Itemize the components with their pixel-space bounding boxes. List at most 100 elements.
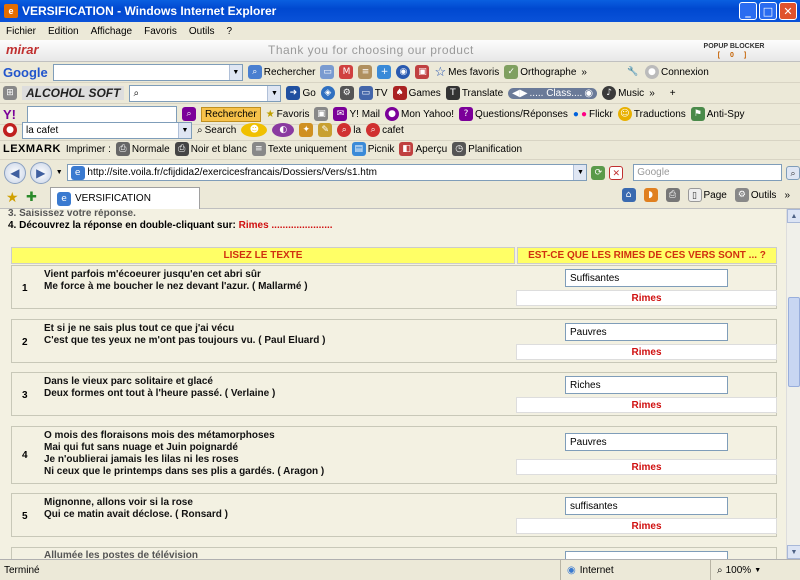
answer-input[interactable]: Pauvres: [565, 433, 728, 451]
rimes-reveal-button[interactable]: Rimes: [516, 344, 777, 360]
antispy-button[interactable]: ⚑ Anti-Spy: [690, 107, 745, 121]
menu-help[interactable]: ?: [226, 26, 232, 37]
page-menu-button[interactable]: ▯ Page: [687, 188, 727, 202]
rimes-reveal-button[interactable]: Rimes: [516, 518, 777, 534]
ymail-button[interactable]: ✉ Y! Mail: [333, 107, 380, 121]
cafet-search-input[interactable]: la cafet ▼: [22, 121, 192, 139]
apercu-button[interactable]: ◧ Aperçu: [399, 142, 447, 156]
monyahoo-button[interactable]: ● Mon Yahoo!: [385, 107, 454, 121]
games-button[interactable]: ♠ Games: [392, 86, 441, 100]
url-input[interactable]: e http://site.voila.fr/cfijdida2/exercic…: [66, 164, 588, 181]
menu-fichier[interactable]: Fichier: [6, 26, 36, 37]
google-live-search-input[interactable]: Google: [633, 164, 783, 181]
google-search-button[interactable]: ⌕ Rechercher: [247, 65, 315, 79]
google-search-input[interactable]: ▼: [52, 63, 243, 81]
zoom-control[interactable]: ⌕ 100% ▼: [710, 560, 767, 580]
tools-icon[interactable]: ⚙: [339, 86, 354, 100]
scroll-up-icon[interactable]: ▲: [787, 209, 800, 223]
news-icon[interactable]: ≡: [358, 65, 373, 79]
more-chevron-icon[interactable]: »: [784, 190, 790, 201]
cafet-toolbar: ● la cafet ▼ ⌕ Search ☻ ◐ ✦ ✎ ⌕ la ⌕ cafet: [0, 120, 800, 141]
menu-affichage[interactable]: Affichage: [91, 26, 133, 37]
maximize-button[interactable]: □: [759, 2, 777, 20]
plus-icon[interactable]: +: [377, 65, 392, 79]
favoris-button[interactable]: ★ Favoris: [266, 109, 310, 120]
home-icon[interactable]: ⌂: [621, 188, 636, 202]
close-button[interactable]: ✕: [779, 2, 797, 20]
popup-blocker[interactable]: POPUP BLOCKER [ 0 ]: [684, 42, 784, 60]
tv-button[interactable]: ▭ TV: [358, 86, 388, 100]
cafet-search-button[interactable]: ⌕ Search: [197, 125, 236, 136]
answer-input[interactable]: [565, 551, 728, 559]
orthographe-button[interactable]: ✓ Orthographe: [504, 65, 576, 79]
instruction-3: 3. Saisissez votre réponse.: [8, 209, 136, 219]
globe-icon[interactable]: ◉: [396, 65, 411, 79]
print-texte-button[interactable]: ≡ Texte uniquement: [251, 142, 347, 156]
refresh-icon[interactable]: ⟳: [591, 165, 606, 180]
search-icon[interactable]: ⌕: [182, 107, 196, 121]
scroll-thumb[interactable]: [788, 297, 800, 387]
mask-icon[interactable]: ◐: [272, 123, 295, 137]
ladybug-icon[interactable]: ●: [3, 123, 17, 137]
music-button[interactable]: ♪ Music: [602, 86, 644, 100]
answer-input[interactable]: Riches: [565, 376, 728, 394]
flickr-button[interactable]: ● ● Flickr: [573, 109, 613, 120]
cafet-button[interactable]: ⌕ cafet: [366, 123, 404, 137]
planification-button[interactable]: ◷ Planification: [452, 142, 522, 156]
answer-input[interactable]: Pauvres: [565, 323, 728, 341]
menu-outils[interactable]: Outils: [189, 26, 215, 37]
translate-button[interactable]: T Translate: [445, 86, 503, 100]
picnik-button[interactable]: ▤ Picnik: [351, 142, 394, 156]
stars-icon[interactable]: ✦: [299, 123, 314, 137]
print-normale-button[interactable]: ⎙ Normale: [115, 142, 170, 156]
favorites-star-icon[interactable]: ★: [6, 189, 19, 206]
zone-indicator[interactable]: ◉ Internet: [560, 560, 710, 580]
rimes-reveal-button[interactable]: Rimes: [516, 290, 777, 306]
page-content: 3. Saisissez votre réponse. 4. Découvrez…: [0, 209, 786, 559]
tab-versification[interactable]: e VERSIFICATION: [50, 187, 200, 209]
forward-button[interactable]: ▶: [29, 161, 52, 184]
answer-input[interactable]: Suffisantes: [565, 269, 728, 287]
print-noir-button[interactable]: ⎙ Noir et blanc: [174, 142, 247, 156]
questions-button[interactable]: ? Questions/Réponses: [459, 107, 568, 121]
search-icon[interactable]: ⌕: [786, 165, 800, 180]
add-favorite-icon[interactable]: ✚: [26, 189, 37, 205]
shield-icon[interactable]: ◈: [320, 86, 335, 100]
dropdown-arrow-icon: ▼: [573, 165, 587, 180]
menu-edition[interactable]: Edition: [48, 26, 79, 37]
printer-icon[interactable]: ⎙: [665, 188, 680, 202]
pencil-icon[interactable]: ✎: [318, 123, 333, 137]
connexion-button[interactable]: ● Connexion: [644, 65, 709, 79]
gmail-icon[interactable]: M: [339, 65, 354, 79]
la-button[interactable]: ⌕ la: [337, 123, 361, 137]
go-button[interactable]: ➜ Go: [286, 86, 316, 100]
scroll-down-icon[interactable]: ▼: [787, 545, 800, 559]
radio-player[interactable]: ◀▶..... Class.... ◉: [508, 87, 598, 99]
history-dropdown-icon[interactable]: ▼: [56, 169, 63, 176]
more-chevron-icon[interactable]: »: [649, 88, 655, 99]
rimes-reveal-button[interactable]: Rimes: [516, 459, 777, 475]
mes-favoris-button[interactable]: ☆ Mes favoris: [434, 64, 499, 80]
toolbar-menu-icon[interactable]: ⊞: [3, 86, 17, 100]
minimize-button[interactable]: _: [739, 2, 757, 20]
rimes-reveal-button[interactable]: Rimes: [516, 397, 777, 413]
wrench-icon[interactable]: 🔧: [626, 65, 640, 79]
alcohol-logo[interactable]: ALCOHOL SOFT: [22, 86, 125, 100]
smiley-icon[interactable]: ☻: [241, 123, 268, 137]
stop-icon[interactable]: ✕: [609, 165, 624, 180]
back-button[interactable]: ◀: [4, 161, 26, 184]
google-logo[interactable]: Google: [3, 65, 48, 80]
menu-favoris[interactable]: Favoris: [144, 26, 177, 37]
rss-icon[interactable]: ◗: [643, 188, 658, 202]
traductions-button[interactable]: ☺ Traductions: [617, 107, 686, 121]
answer-input[interactable]: suffisantes: [565, 497, 728, 515]
bookmark-icon[interactable]: ▣: [415, 65, 430, 79]
vertical-scrollbar[interactable]: ▲ ▼: [786, 209, 800, 559]
window-icon[interactable]: ▭: [320, 65, 335, 79]
more-chevron-icon[interactable]: »: [581, 67, 587, 78]
alcohol-search-input[interactable]: ⌕ ▼: [129, 84, 282, 102]
add-icon[interactable]: +: [670, 88, 676, 99]
dropdown-arrow-icon[interactable]: ▼: [228, 64, 242, 80]
bookmark-icon[interactable]: ▣: [314, 107, 329, 121]
outils-menu-button[interactable]: ⚙ Outils: [734, 188, 776, 202]
